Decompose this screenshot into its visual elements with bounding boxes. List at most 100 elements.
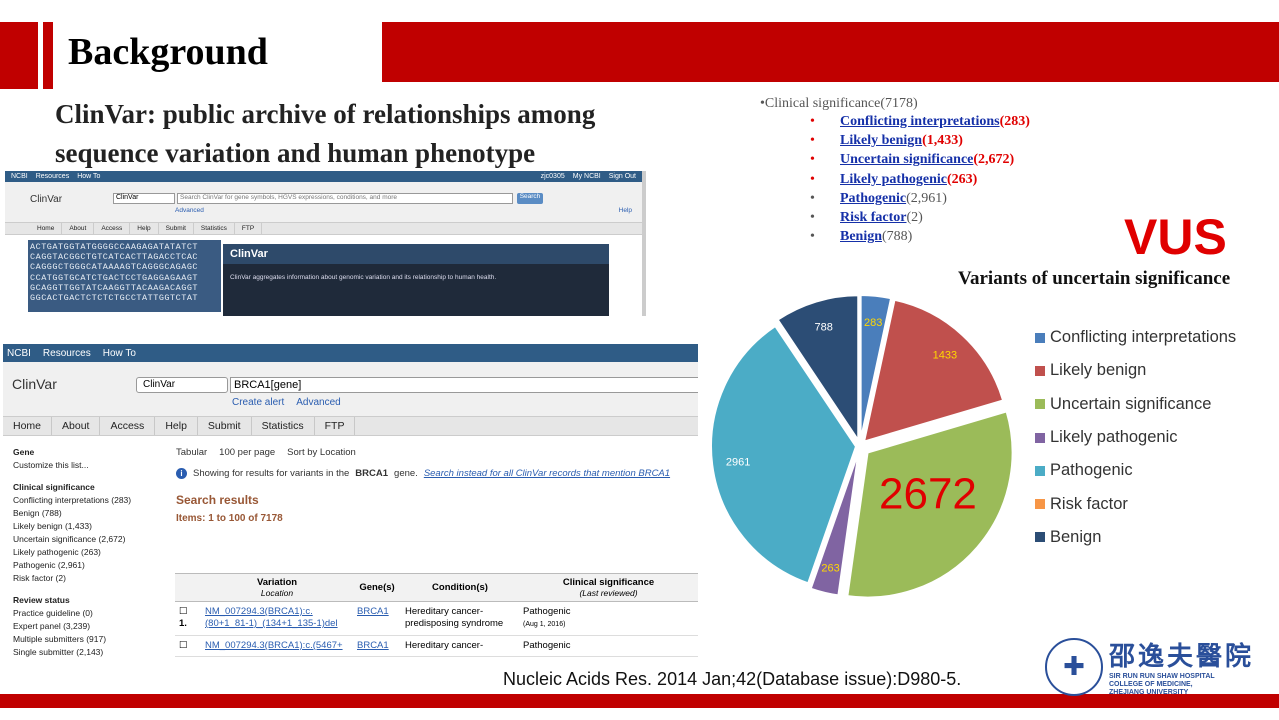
pie-data-label: 788 bbox=[815, 321, 833, 333]
nav-statistics[interactable]: Statistics bbox=[194, 223, 235, 234]
database-select[interactable]: ClinVar bbox=[113, 193, 175, 204]
sig-link[interactable]: Benign bbox=[840, 227, 882, 246]
pie-data-label: 263 bbox=[821, 562, 839, 574]
nav-about[interactable]: About bbox=[62, 223, 95, 234]
column-header-condition: Condition(s) bbox=[401, 573, 519, 602]
results-main: Tabular 100 per page Sort by Location i … bbox=[176, 447, 696, 524]
sig-link[interactable]: Conflicting interpretations bbox=[840, 112, 1000, 131]
sig-list-item: • Conflicting interpretations (283) bbox=[810, 112, 1030, 131]
slide-subtitle: ClinVar: public archive of relationships… bbox=[55, 95, 705, 173]
search-input[interactable]: BRCA1[gene] bbox=[230, 377, 698, 393]
search-input[interactable]: Search ClinVar for gene symbols, HGVS ex… bbox=[177, 193, 513, 204]
filter-item[interactable]: Multiple submitters (917) bbox=[13, 633, 173, 646]
legend-label: Benign bbox=[1050, 527, 1102, 546]
filter-heading-review: Review status bbox=[13, 595, 70, 605]
sig-list-heading: •Clinical significance(7178) bbox=[760, 96, 918, 111]
sort-dropdown[interactable]: Sort by Location bbox=[287, 447, 356, 458]
sig-link[interactable]: Likely pathogenic bbox=[840, 170, 947, 189]
filter-item[interactable]: Practice guideline (0) bbox=[13, 607, 173, 620]
nav-submit[interactable]: Submit bbox=[198, 417, 252, 435]
howto-menu[interactable]: How To bbox=[103, 348, 136, 359]
pie-data-label: 2672 bbox=[879, 470, 977, 519]
search-all-link[interactable]: Search instead for all ClinVar records t… bbox=[424, 468, 670, 479]
ncbi-logo[interactable]: NCBI bbox=[11, 173, 28, 180]
sign-out-link[interactable]: Sign Out bbox=[609, 173, 636, 180]
legend-swatch bbox=[1035, 365, 1045, 376]
gene-link[interactable]: BRCA1 bbox=[357, 606, 389, 617]
create-alert-link[interactable]: Create alert bbox=[232, 397, 284, 408]
filter-item[interactable]: Single submitter (2,143) bbox=[13, 646, 173, 659]
legend-entry: Likely pathogenic bbox=[1035, 421, 1236, 454]
per-page-dropdown[interactable]: 100 per page bbox=[219, 447, 275, 458]
filter-sidebar: Gene Customize this list... Clinical sig… bbox=[13, 446, 173, 659]
sig-link[interactable]: Likely benign bbox=[840, 131, 922, 150]
clinvar-intro-box: ClinVar ClinVar aggregates information a… bbox=[223, 244, 609, 316]
legend-label: Pathogenic bbox=[1050, 461, 1133, 480]
table-row: ☐ NM_007294.3(BRCA1):c.(5467+ BRCA1 Here… bbox=[175, 635, 698, 657]
sig-link[interactable]: Uncertain significance bbox=[840, 150, 973, 169]
variation-link[interactable]: NM_007294.3(BRCA1):c.(80+1_81-1)_(134+1_… bbox=[205, 606, 338, 629]
sig-list-item: • Benign (788) bbox=[810, 227, 1030, 246]
filter-heading-gene: Gene bbox=[13, 447, 35, 457]
howto-menu[interactable]: How To bbox=[77, 173, 100, 180]
nav-submit[interactable]: Submit bbox=[159, 223, 194, 234]
help-link[interactable]: Help bbox=[619, 207, 632, 214]
nav-ftp[interactable]: FTP bbox=[235, 223, 263, 234]
nav-about[interactable]: About bbox=[52, 417, 101, 435]
nav-help[interactable]: Help bbox=[155, 417, 198, 435]
ncbi-logo[interactable]: NCBI bbox=[7, 348, 31, 359]
dna-sequence-image: ACTGATGGTATGGGGCCAAGAGATATATCT CAGGTACGG… bbox=[28, 240, 221, 312]
vus-label: VUS bbox=[1124, 209, 1227, 265]
search-button[interactable]: Search bbox=[517, 193, 543, 204]
search-header: ClinVar ClinVar Search ClinVar for gene … bbox=[5, 182, 642, 222]
nav-ftp[interactable]: FTP bbox=[315, 417, 356, 435]
nav-access[interactable]: Access bbox=[100, 417, 156, 435]
filter-item[interactable]: Pathogenic (2,961) bbox=[13, 559, 173, 572]
legend-label: Uncertain significance bbox=[1050, 394, 1212, 413]
nav-home[interactable]: Home bbox=[30, 223, 63, 234]
filter-item[interactable]: Customize this list... bbox=[13, 459, 173, 472]
sig-list-item: • Likely benign (1,433) bbox=[810, 131, 1030, 150]
filter-item[interactable]: Likely benign (1,433) bbox=[13, 520, 173, 533]
sig-link[interactable]: Pathogenic bbox=[840, 189, 906, 208]
clinvar-home-screenshot: NCBI Resources How To zjc0305 My NCBI Si… bbox=[5, 171, 646, 316]
row-select[interactable]: ☐ bbox=[175, 635, 201, 657]
format-dropdown[interactable]: Tabular bbox=[176, 447, 207, 458]
column-header-variation: Variation Location bbox=[201, 573, 353, 602]
row-select[interactable]: ☐ 1. bbox=[175, 601, 201, 636]
column-header-clinsig: Clinical significance (Last reviewed) bbox=[519, 573, 698, 602]
filter-item[interactable]: Risk factor (2) bbox=[13, 572, 173, 585]
accent-bar-thin bbox=[43, 22, 53, 89]
filter-item[interactable]: Conflicting interpretations (283) bbox=[13, 494, 173, 507]
sig-count: (2,961) bbox=[906, 190, 947, 206]
my-ncbi-link[interactable]: My NCBI bbox=[573, 173, 601, 180]
clinvar-brand: ClinVar bbox=[30, 194, 63, 205]
clinsig-cell: Pathogenic bbox=[519, 635, 698, 657]
pie-data-label: 2961 bbox=[726, 457, 750, 469]
clinvar-brand: ClinVar bbox=[12, 376, 57, 392]
nav-help[interactable]: Help bbox=[130, 223, 159, 234]
nav-access[interactable]: Access bbox=[94, 223, 131, 234]
sig-link[interactable]: Risk factor bbox=[840, 208, 907, 227]
nav-home[interactable]: Home bbox=[3, 417, 53, 435]
nav-bar: Home About Access Help Submit Statistics… bbox=[5, 222, 642, 235]
clinvar-search-screenshot: NCBI Resources How To ClinVar ClinVar BR… bbox=[3, 344, 698, 668]
resources-menu[interactable]: Resources bbox=[43, 348, 91, 359]
username-link[interactable]: zjc0305 bbox=[541, 173, 565, 180]
gene-link[interactable]: BRCA1 bbox=[357, 640, 389, 651]
variation-link[interactable]: NM_007294.3(BRCA1):c.(5467+ bbox=[205, 640, 343, 651]
nav-statistics[interactable]: Statistics bbox=[252, 417, 315, 435]
resources-menu[interactable]: Resources bbox=[36, 173, 69, 180]
legend-label: Conflicting interpretations bbox=[1050, 328, 1237, 347]
database-select[interactable]: ClinVar bbox=[136, 377, 228, 393]
filter-item[interactable]: Likely pathogenic (263) bbox=[13, 546, 173, 559]
hospital-emblem-icon: ✚ bbox=[1045, 637, 1103, 696]
filter-item[interactable]: Benign (788) bbox=[13, 507, 173, 520]
filter-item[interactable]: Expert panel (3,239) bbox=[13, 620, 173, 633]
info-gene: BRCA1 bbox=[355, 468, 389, 479]
legend-swatch bbox=[1035, 399, 1045, 410]
advanced-link[interactable]: Advanced bbox=[175, 207, 204, 214]
advanced-link[interactable]: Advanced bbox=[296, 397, 340, 408]
filter-item[interactable]: Uncertain significance (2,672) bbox=[13, 533, 173, 546]
results-count: Items: 1 to 100 of 7178 bbox=[176, 513, 283, 524]
